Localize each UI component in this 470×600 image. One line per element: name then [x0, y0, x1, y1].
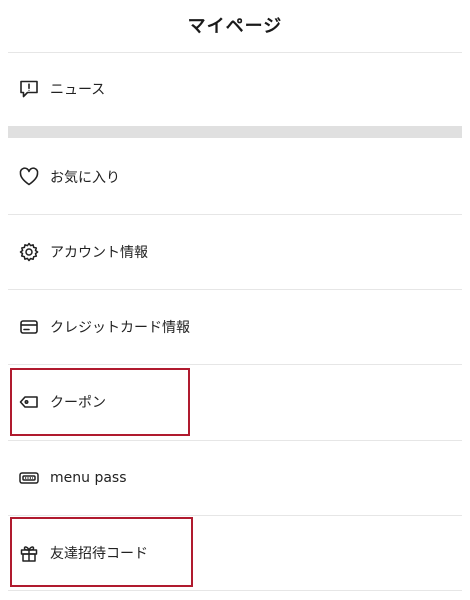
ticket-pass-icon [18, 467, 40, 489]
menu-item-favorites[interactable]: お気に入り [8, 140, 462, 214]
menu-item-label: 友達招待コード [50, 546, 148, 562]
menu-item-label: クレジットカード情報 [50, 320, 190, 336]
gear-icon [18, 241, 40, 263]
credit-card-icon [18, 316, 40, 338]
gift-icon [18, 542, 40, 564]
coupon-tag-icon [18, 391, 40, 413]
menu-item-menu-pass[interactable]: menu pass [8, 441, 462, 515]
menu-item-account[interactable]: アカウント情報 [8, 215, 462, 289]
menu-item-label: ニュース [50, 82, 106, 98]
menu-item-label: お気に入り [50, 170, 120, 186]
menu-item-coupon[interactable]: クーポン [8, 365, 462, 439]
menu-item-label: クーポン [50, 395, 106, 411]
page-title: マイページ [187, 16, 283, 37]
page-header: マイページ [0, 0, 470, 50]
menu-item-credit-card[interactable]: クレジットカード情報 [8, 290, 462, 364]
menu-item-label: アカウント情報 [50, 245, 148, 261]
heart-icon [18, 166, 40, 188]
section-separator [8, 126, 462, 138]
news-speech-bubble-icon [18, 78, 40, 100]
menu-item-label: menu pass [50, 470, 127, 486]
divider [8, 590, 462, 591]
menu-item-news[interactable]: ニュース [8, 52, 462, 126]
menu-item-invite-code[interactable]: 友達招待コード [8, 516, 462, 590]
